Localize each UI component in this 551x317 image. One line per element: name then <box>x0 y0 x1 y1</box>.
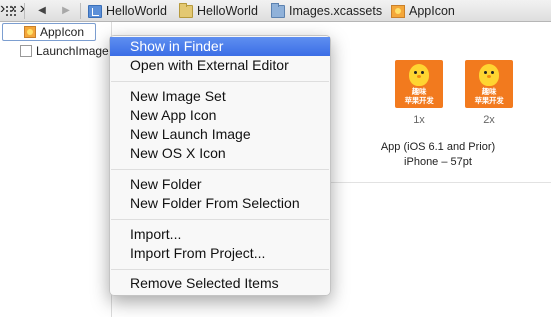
app-icon-2x-image[interactable]: 趣味 苹果开发 <box>465 60 513 108</box>
related-items-grid-icon[interactable] <box>6 6 16 16</box>
menu-separator <box>111 169 329 170</box>
sidebar-item-label: LaunchImage <box>36 44 109 58</box>
menu-separator <box>111 269 329 270</box>
scale-label-1x: 1x <box>413 114 425 126</box>
menu-item-import-from-project[interactable]: Import From Project... <box>110 244 330 263</box>
menu-separator <box>111 81 329 82</box>
menu-item-new-folder-from-selection[interactable]: New Folder From Selection <box>110 194 330 213</box>
divider <box>80 3 81 19</box>
context-menu: Show in Finder Open with External Editor… <box>109 35 331 296</box>
scale-label-2x: 2x <box>483 114 495 126</box>
menu-item-new-folder[interactable]: New Folder <box>110 175 330 194</box>
jump-bar: ◀ ▶ HelloWorld › HelloWorld › Images.xca… <box>0 0 551 22</box>
menu-item-remove-selected-items[interactable]: Remove Selected Items <box>110 274 330 293</box>
app-icon-1x-image[interactable]: 趣味 苹果开发 <box>395 60 443 108</box>
chick-mascot-icon <box>479 64 499 86</box>
icon-text-line2: 苹果开发 <box>404 96 434 105</box>
breadcrumb-label: Images.xcassets <box>289 4 383 18</box>
chevron-right-icon: › <box>0 0 6 17</box>
breadcrumb-label: AppIcon <box>409 4 455 18</box>
breadcrumb-project[interactable]: HelloWorld <box>88 3 167 19</box>
icon-text-line1: 趣味 <box>481 87 497 96</box>
menu-item-open-with-external-editor[interactable]: Open with External Editor <box>110 56 330 75</box>
menu-item-new-app-icon[interactable]: New App Icon <box>110 106 330 125</box>
sidebar-item-label: AppIcon <box>40 25 85 39</box>
appicon-icon <box>391 4 405 18</box>
forward-arrow-icon[interactable]: ▶ <box>60 4 72 18</box>
sidebar-item-appicon[interactable]: AppIcon <box>2 23 96 41</box>
breadcrumb-label: HelloWorld <box>197 4 258 18</box>
menu-item-import[interactable]: Import... <box>110 225 330 244</box>
slot-caption: App (iOS 6.1 and Prior) iPhone – 57pt <box>348 140 528 170</box>
chick-mascot-icon <box>409 64 429 86</box>
appicon-icon <box>24 26 36 38</box>
asset-catalog-icon <box>271 2 285 18</box>
menu-item-show-in-finder[interactable]: Show in Finder <box>110 37 330 56</box>
slot-caption-line2: iPhone – 57pt <box>404 156 472 168</box>
breadcrumb-asset-catalog[interactable]: Images.xcassets <box>271 2 383 19</box>
breadcrumb-appicon[interactable]: AppIcon <box>391 3 455 19</box>
breadcrumb-folder[interactable]: HelloWorld <box>179 2 258 19</box>
launch-image-icon <box>20 45 32 57</box>
asset-list-sidebar: AppIcon LaunchImage <box>0 22 112 317</box>
icon-text-line1: 趣味 <box>411 87 427 96</box>
menu-item-new-image-set[interactable]: New Image Set <box>110 87 330 106</box>
icon-text-line2: 苹果开发 <box>474 96 504 105</box>
sidebar-item-launchimage[interactable]: LaunchImage <box>2 42 109 60</box>
breadcrumb-label: HelloWorld <box>106 4 167 18</box>
menu-separator <box>111 219 329 220</box>
divider <box>24 3 25 19</box>
folder-icon <box>179 2 193 18</box>
menu-item-new-launch-image[interactable]: New Launch Image <box>110 125 330 144</box>
menu-item-new-os-x-icon[interactable]: New OS X Icon <box>110 144 330 163</box>
slot-caption-line1: App (iOS 6.1 and Prior) <box>380 141 496 153</box>
project-icon <box>88 4 102 18</box>
back-arrow-icon[interactable]: ◀ <box>36 4 48 18</box>
